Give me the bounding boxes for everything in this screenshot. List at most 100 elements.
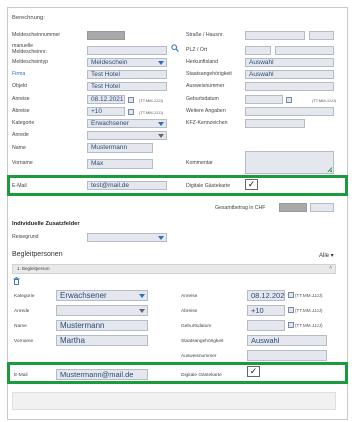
- meldescheintyp-select[interactable]: Meldeschein: [87, 58, 167, 67]
- reisegrund-select[interactable]: [87, 233, 167, 242]
- bp-kategorie-select[interactable]: Erwachsener: [56, 290, 148, 301]
- bp-vorname-input[interactable]: Martha: [56, 335, 148, 346]
- email-highlight-box: [7, 175, 348, 196]
- calendar-icon[interactable]: [128, 97, 134, 103]
- bp-anreise-input[interactable]: 08.12.2021: [247, 290, 285, 301]
- firma-input[interactable]: Test Hotel: [87, 70, 167, 79]
- objekt-value: Test Hotel: [91, 83, 120, 90]
- chevron-down-icon: [158, 236, 164, 240]
- email-input[interactable]: test@mail.de: [87, 181, 167, 190]
- calendar-icon[interactable]: [128, 109, 134, 115]
- bp-abreise-value: +10: [251, 306, 264, 315]
- trash-icon[interactable]: [13, 277, 20, 285]
- herkunftsland-label: Herkunftsland: [186, 59, 219, 65]
- gaestekarte-label: Digitale Gästekarte: [186, 183, 231, 189]
- manuelle-meldescheinnr-input[interactable]: [87, 46, 167, 55]
- staatsangehoerigkeit-select[interactable]: Auswahl: [245, 70, 334, 79]
- email-label: E-Mail: [12, 183, 27, 189]
- calendar-icon[interactable]: [288, 307, 294, 313]
- anreise-format-hint: (TT.MM.JJJJ): [139, 98, 163, 103]
- chevron-down-icon: [158, 61, 164, 65]
- bp-staatsangehoerigkeit-select[interactable]: Auswahl: [247, 335, 327, 346]
- anreise-label: Anreise: [12, 96, 30, 102]
- bp-anreise-label: Anreise: [181, 294, 198, 299]
- begleitperson-tab[interactable]: 1. Begleitperson ˄: [12, 264, 336, 274]
- vorname-value: Max: [91, 160, 104, 167]
- firma-value: Test Hotel: [91, 71, 120, 78]
- abreise-value: +10: [91, 108, 103, 115]
- plz-ort-label: PLZ / Ort: [186, 47, 208, 53]
- herkunftsland-value: Auswahl: [249, 59, 274, 66]
- search-icon[interactable]: [171, 44, 179, 52]
- name-value: Mustermann: [91, 144, 128, 151]
- strasse-label: Straße / Hausnr.: [186, 32, 224, 38]
- email-value: test@mail.de: [91, 182, 130, 189]
- anrede-select[interactable]: [87, 131, 167, 140]
- name-input[interactable]: Mustermann: [87, 143, 153, 153]
- chevron-down-icon: [158, 134, 164, 138]
- begleitpersonen-title: Begleitpersonen: [12, 251, 63, 258]
- bp-anreise-value: 08.12.2021: [251, 291, 285, 300]
- bp-name-input[interactable]: Mustermann: [56, 320, 148, 331]
- herkunftsland-select[interactable]: Auswahl: [245, 58, 334, 67]
- vorname-input[interactable]: Max: [87, 159, 153, 169]
- chevron-down-icon: [158, 122, 164, 126]
- bp-geburtsdatum-label: Geburtsdatum: [181, 324, 212, 329]
- objekt-input[interactable]: Test Hotel: [87, 82, 167, 91]
- calendar-icon[interactable]: [286, 97, 292, 103]
- geburtsdatum-label: Geburtsdatum: [186, 96, 219, 102]
- checkmark-icon: ✓: [247, 179, 256, 189]
- bp-abreise-label: Abreise: [181, 309, 198, 314]
- gaestekarte-checkbox[interactable]: ✓: [245, 179, 258, 190]
- hausnr-input[interactable]: [309, 31, 334, 40]
- zusatzfelder-title: Individuelle Zusatzfelder: [12, 221, 80, 227]
- bp-ausweisnummer-input[interactable]: [247, 350, 327, 361]
- kategorie-select[interactable]: Erwachsener: [87, 119, 167, 128]
- staatsangehoerigkeit-label: Staatsangehörigkeit: [186, 71, 232, 77]
- footer-area: [12, 392, 336, 410]
- ausweisnummer-input[interactable]: [245, 82, 334, 91]
- bp-abreise-input[interactable]: +10: [247, 305, 285, 316]
- manuelle-meldescheinnr-label: manuelle Meldescheinnr.: [12, 43, 47, 55]
- abreise-format-hint: (TT.MM.JJJJ): [139, 110, 163, 115]
- meldescheinnummer-field[interactable]: [87, 31, 125, 40]
- meldescheinnummer-label: Meldescheinnummer: [12, 32, 61, 38]
- weitere-angaben-label: Weitere Angaben: [186, 108, 226, 114]
- kfz-kennzeichen-input[interactable]: [245, 119, 305, 128]
- meldescheintyp-label: Meldescheintyp: [12, 59, 49, 65]
- bp-gaestekarte-checkbox[interactable]: ✓: [247, 366, 260, 377]
- bp-email-label: E-Mail: [14, 373, 28, 378]
- strasse-input[interactable]: [245, 31, 305, 40]
- bp-staatsangehoerigkeit-label: Staatsangehörigkeit: [181, 339, 224, 344]
- bp-anreise-format-hint: (TT.MM.JJJJ): [295, 293, 323, 298]
- section-title: Berechnung:: [12, 15, 45, 21]
- bp-abreise-format-hint: (TT.MM.JJJJ): [295, 308, 323, 313]
- anrede-label: Anrede: [12, 132, 29, 138]
- gesamtbetrag-label: Gesamtbetrag in CHF: [215, 205, 266, 211]
- bp-vorname-value: Martha: [60, 336, 85, 345]
- kategorie-label: Kategorie: [12, 120, 35, 126]
- gesamtbetrag-field: [279, 203, 307, 212]
- anreise-input[interactable]: 08.12.2021: [87, 95, 125, 104]
- kategorie-value: Erwachsener: [91, 120, 129, 127]
- vorname-label: Vorname: [12, 160, 33, 166]
- abreise-input[interactable]: +10: [87, 107, 125, 116]
- firma-label: Firma: [12, 71, 26, 77]
- alle-label: Alle: [319, 253, 330, 259]
- geburtsdatum-input[interactable]: [245, 95, 283, 104]
- weitere-angaben-input[interactable]: [245, 107, 334, 116]
- resize-handle-icon[interactable]: [327, 167, 332, 172]
- alle-toggle[interactable]: Alle ▾: [319, 252, 334, 259]
- bp-geburtsdatum-input[interactable]: [247, 320, 285, 331]
- bp-email-input[interactable]: Mustermann@mail.de: [56, 369, 148, 380]
- chevron-up-icon: ˄: [329, 265, 332, 271]
- bp-anrede-label: Anrede: [14, 309, 30, 314]
- kommentar-textarea[interactable]: [245, 151, 334, 174]
- bp-geburtsdatum-format-hint: (TT.MM.JJJJ): [295, 323, 323, 328]
- bp-anrede-select[interactable]: [56, 305, 148, 316]
- calendar-icon[interactable]: [288, 292, 294, 298]
- bp-vorname-label: Vorname: [14, 339, 34, 344]
- calendar-icon[interactable]: [288, 322, 294, 328]
- plz-input[interactable]: [245, 46, 271, 55]
- ort-input[interactable]: [275, 46, 334, 55]
